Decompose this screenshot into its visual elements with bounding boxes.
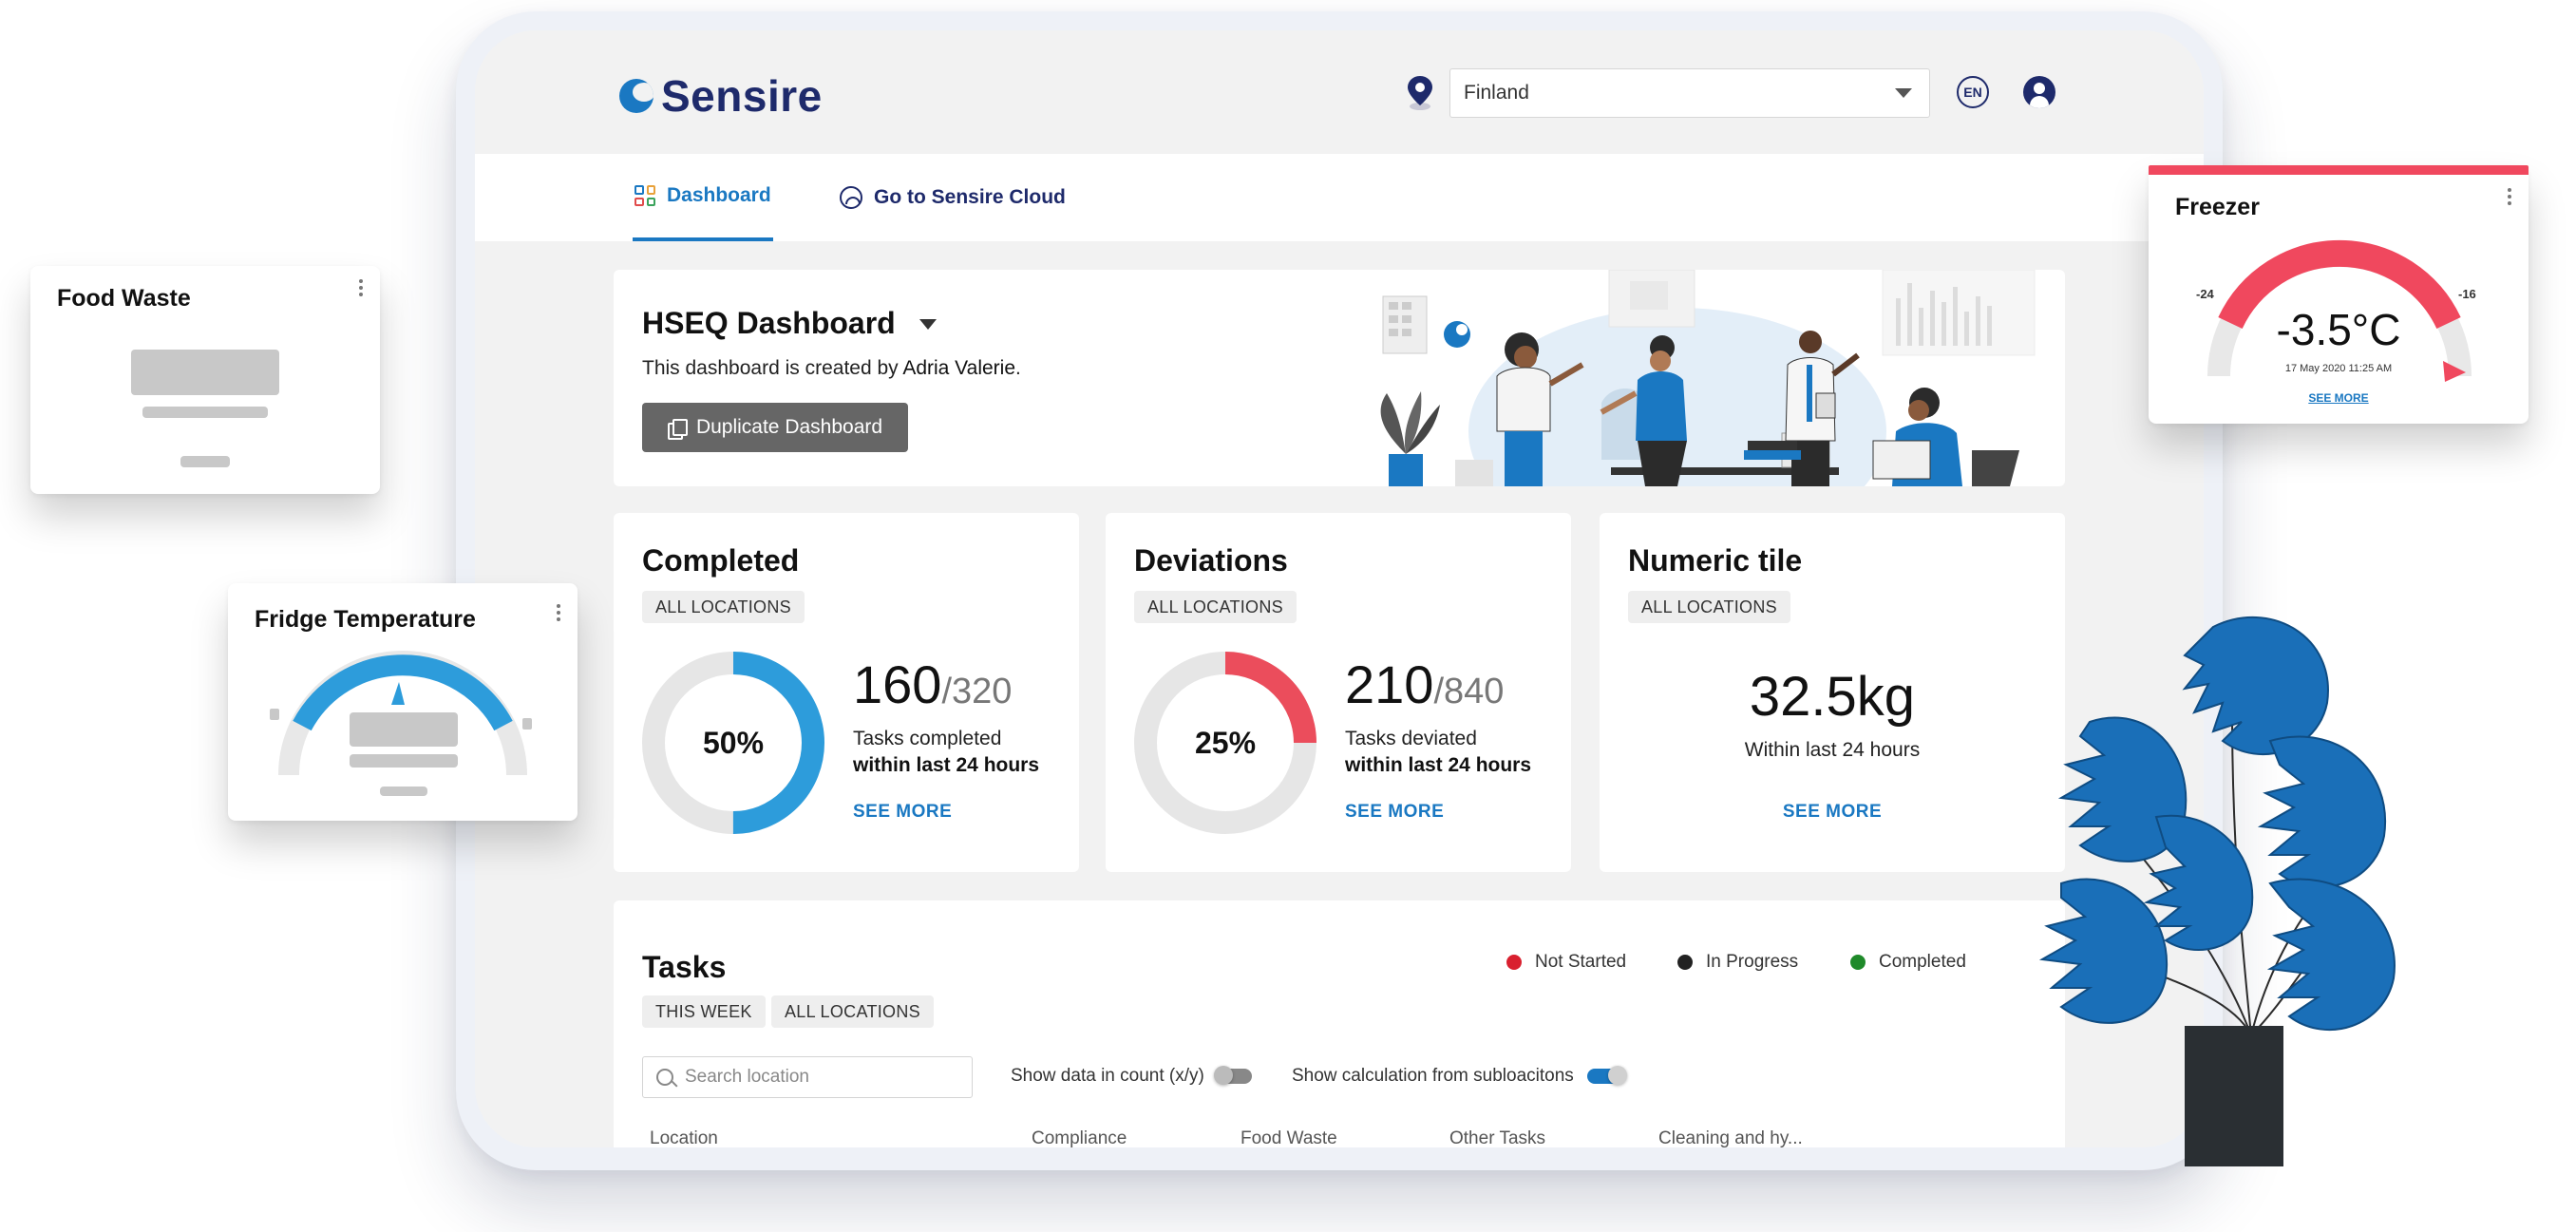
freezer-title: Freezer [2175, 194, 2260, 220]
user-avatar-icon[interactable] [2023, 76, 2055, 108]
column-location[interactable]: Location [650, 1128, 718, 1147]
deviations-period: within last 24 hours [1345, 754, 1532, 776]
completed-caption: Tasks completed [853, 728, 1002, 749]
search-placeholder: Search location [685, 1067, 809, 1087]
numeric-title: Numeric tile [1628, 543, 1803, 578]
food-waste-title: Food Waste [57, 285, 191, 312]
copy-icon [667, 419, 688, 440]
tab-dashboard-label: Dashboard [667, 184, 771, 206]
completed-tile: Completed ALL LOCATIONS 50% 160/320 Task… [614, 513, 1079, 872]
freezer-temperature-value: -3.5°C [2276, 305, 2401, 354]
completed-dot-icon [1850, 955, 1866, 970]
legend-in-progress: In Progress [1677, 952, 1798, 973]
freezer-min-label: -24 [2196, 287, 2214, 301]
country-select-value: Finland [1464, 82, 1529, 104]
sublocations-toggle-row: Show calculation from subloacitons [1292, 1066, 1627, 1087]
week-filter-chip[interactable]: THIS WEEK [642, 995, 766, 1028]
deviations-count: 210/840 [1345, 654, 1505, 714]
team-illustration [1380, 270, 2036, 486]
fridge-value-placeholder [350, 712, 458, 747]
fridge-link-placeholder [380, 787, 427, 796]
deviations-locations-chip[interactable]: ALL LOCATIONS [1134, 591, 1297, 623]
dashboard-creator-text: This dashboard is created by Adria Valer… [642, 357, 1021, 379]
deviations-tile: Deviations ALL LOCATIONS 25% 210/840 Tas… [1106, 513, 1571, 872]
main-nav: Dashboard Go to Sensire Cloud [475, 154, 2204, 241]
numeric-see-more-link[interactable]: SEE MORE [1600, 802, 2065, 823]
search-location-input[interactable]: Search location [642, 1056, 973, 1098]
duplicate-dashboard-button[interactable]: Duplicate Dashboard [642, 403, 908, 452]
completed-period: within last 24 hours [853, 754, 1040, 776]
not-started-dot-icon [1506, 955, 1522, 970]
brand-name: Sensire [661, 71, 823, 121]
in-progress-dot-icon [1677, 955, 1693, 970]
search-icon [656, 1069, 673, 1086]
freezer-menu-icon[interactable] [2508, 188, 2511, 205]
tab-dashboard[interactable]: Dashboard [633, 154, 773, 241]
dashboard-grid-icon [635, 185, 655, 206]
deviations-title: Deviations [1134, 543, 1288, 578]
food-waste-widget[interactable]: Food Waste [30, 266, 380, 494]
column-cleaning[interactable]: Cleaning and hy... [1658, 1128, 1803, 1147]
completed-locations-chip[interactable]: ALL LOCATIONS [642, 591, 805, 623]
fridge-title: Fridge Temperature [255, 606, 476, 633]
fridge-menu-icon[interactable] [557, 604, 560, 621]
brand-logo[interactable]: Sensire [619, 70, 823, 122]
app-screen: Sensire Finland EN Dashboard Go to Sensi… [475, 30, 2204, 1147]
food-waste-caption-placeholder [142, 407, 268, 418]
monstera-plant-illustration [2038, 616, 2396, 1166]
tasks-title: Tasks [642, 950, 727, 984]
count-toggle-row: Show data in count (x/y) [1011, 1066, 1252, 1087]
completed-count: 160/320 [853, 654, 1013, 714]
app-header: Sensire Finland EN [475, 30, 2204, 154]
locations-filter-chip[interactable]: ALL LOCATIONS [771, 995, 934, 1028]
freezer-max-label: -16 [2458, 287, 2476, 301]
food-waste-link-placeholder [180, 456, 230, 467]
numeric-period: Within last 24 hours [1744, 739, 1921, 761]
freezer-see-more-link[interactable]: SEE MORE [2149, 391, 2529, 405]
location-pin-icon [1408, 76, 1432, 110]
count-toggle[interactable] [1213, 1066, 1252, 1085]
freezer-alert-bar [2149, 165, 2529, 175]
fridge-time-placeholder [350, 754, 458, 768]
sublocations-toggle-label: Show calculation from subloacitons [1292, 1066, 1574, 1086]
column-other-tasks[interactable]: Other Tasks [1449, 1128, 1545, 1147]
freezer-widget[interactable]: Freezer -24 -16 -3.5°C 17 May 2020 11:25… [2149, 165, 2529, 424]
food-waste-menu-icon[interactable] [359, 279, 363, 296]
numeric-locations-chip[interactable]: ALL LOCATIONS [1628, 591, 1790, 623]
legend-completed: Completed [1850, 952, 1966, 973]
freezer-timestamp: 17 May 2020 11:25 AM [2284, 363, 2393, 374]
sublocations-toggle[interactable] [1586, 1066, 1627, 1085]
completed-percent: 50% [702, 725, 765, 760]
legend-not-started: Not Started [1506, 952, 1626, 973]
country-select[interactable]: Finland [1449, 68, 1930, 118]
numeric-tile: Numeric tile ALL LOCATIONS 32.5kg Within… [1600, 513, 2065, 872]
fridge-temperature-widget[interactable]: Fridge Temperature [228, 583, 578, 821]
count-toggle-label: Show data in count (x/y) [1011, 1066, 1204, 1086]
tasks-card: Tasks THIS WEEK ALL LOCATIONS Not Starte… [614, 900, 2065, 1147]
chevron-down-icon [1895, 88, 1912, 98]
dashboard-author: Adria Valerie [902, 357, 1015, 379]
cloud-icon [840, 186, 862, 209]
column-compliance[interactable]: Compliance [1032, 1128, 1127, 1147]
deviations-caption: Tasks deviated [1345, 728, 1477, 749]
sensire-logo-icon [619, 79, 653, 113]
numeric-value: 32.5kg [1749, 666, 1916, 728]
completed-see-more-link[interactable]: SEE MORE [853, 802, 952, 823]
tab-sensire-cloud[interactable]: Go to Sensire Cloud [840, 154, 1066, 241]
food-waste-value-placeholder [131, 350, 279, 395]
deviations-percent: 25% [1194, 725, 1257, 760]
deviations-see-more-link[interactable]: SEE MORE [1345, 802, 1444, 823]
dashboard-selector-chevron-icon[interactable] [919, 319, 937, 330]
completed-title: Completed [642, 543, 800, 578]
language-button[interactable]: EN [1957, 76, 1989, 108]
tab-cloud-label: Go to Sensire Cloud [874, 186, 1066, 208]
column-food-waste[interactable]: Food Waste [1241, 1128, 1337, 1147]
dashboard-title: HSEQ Dashboard [642, 306, 896, 340]
hseq-dashboard-card: HSEQ Dashboard This dashboard is created… [614, 270, 2065, 486]
